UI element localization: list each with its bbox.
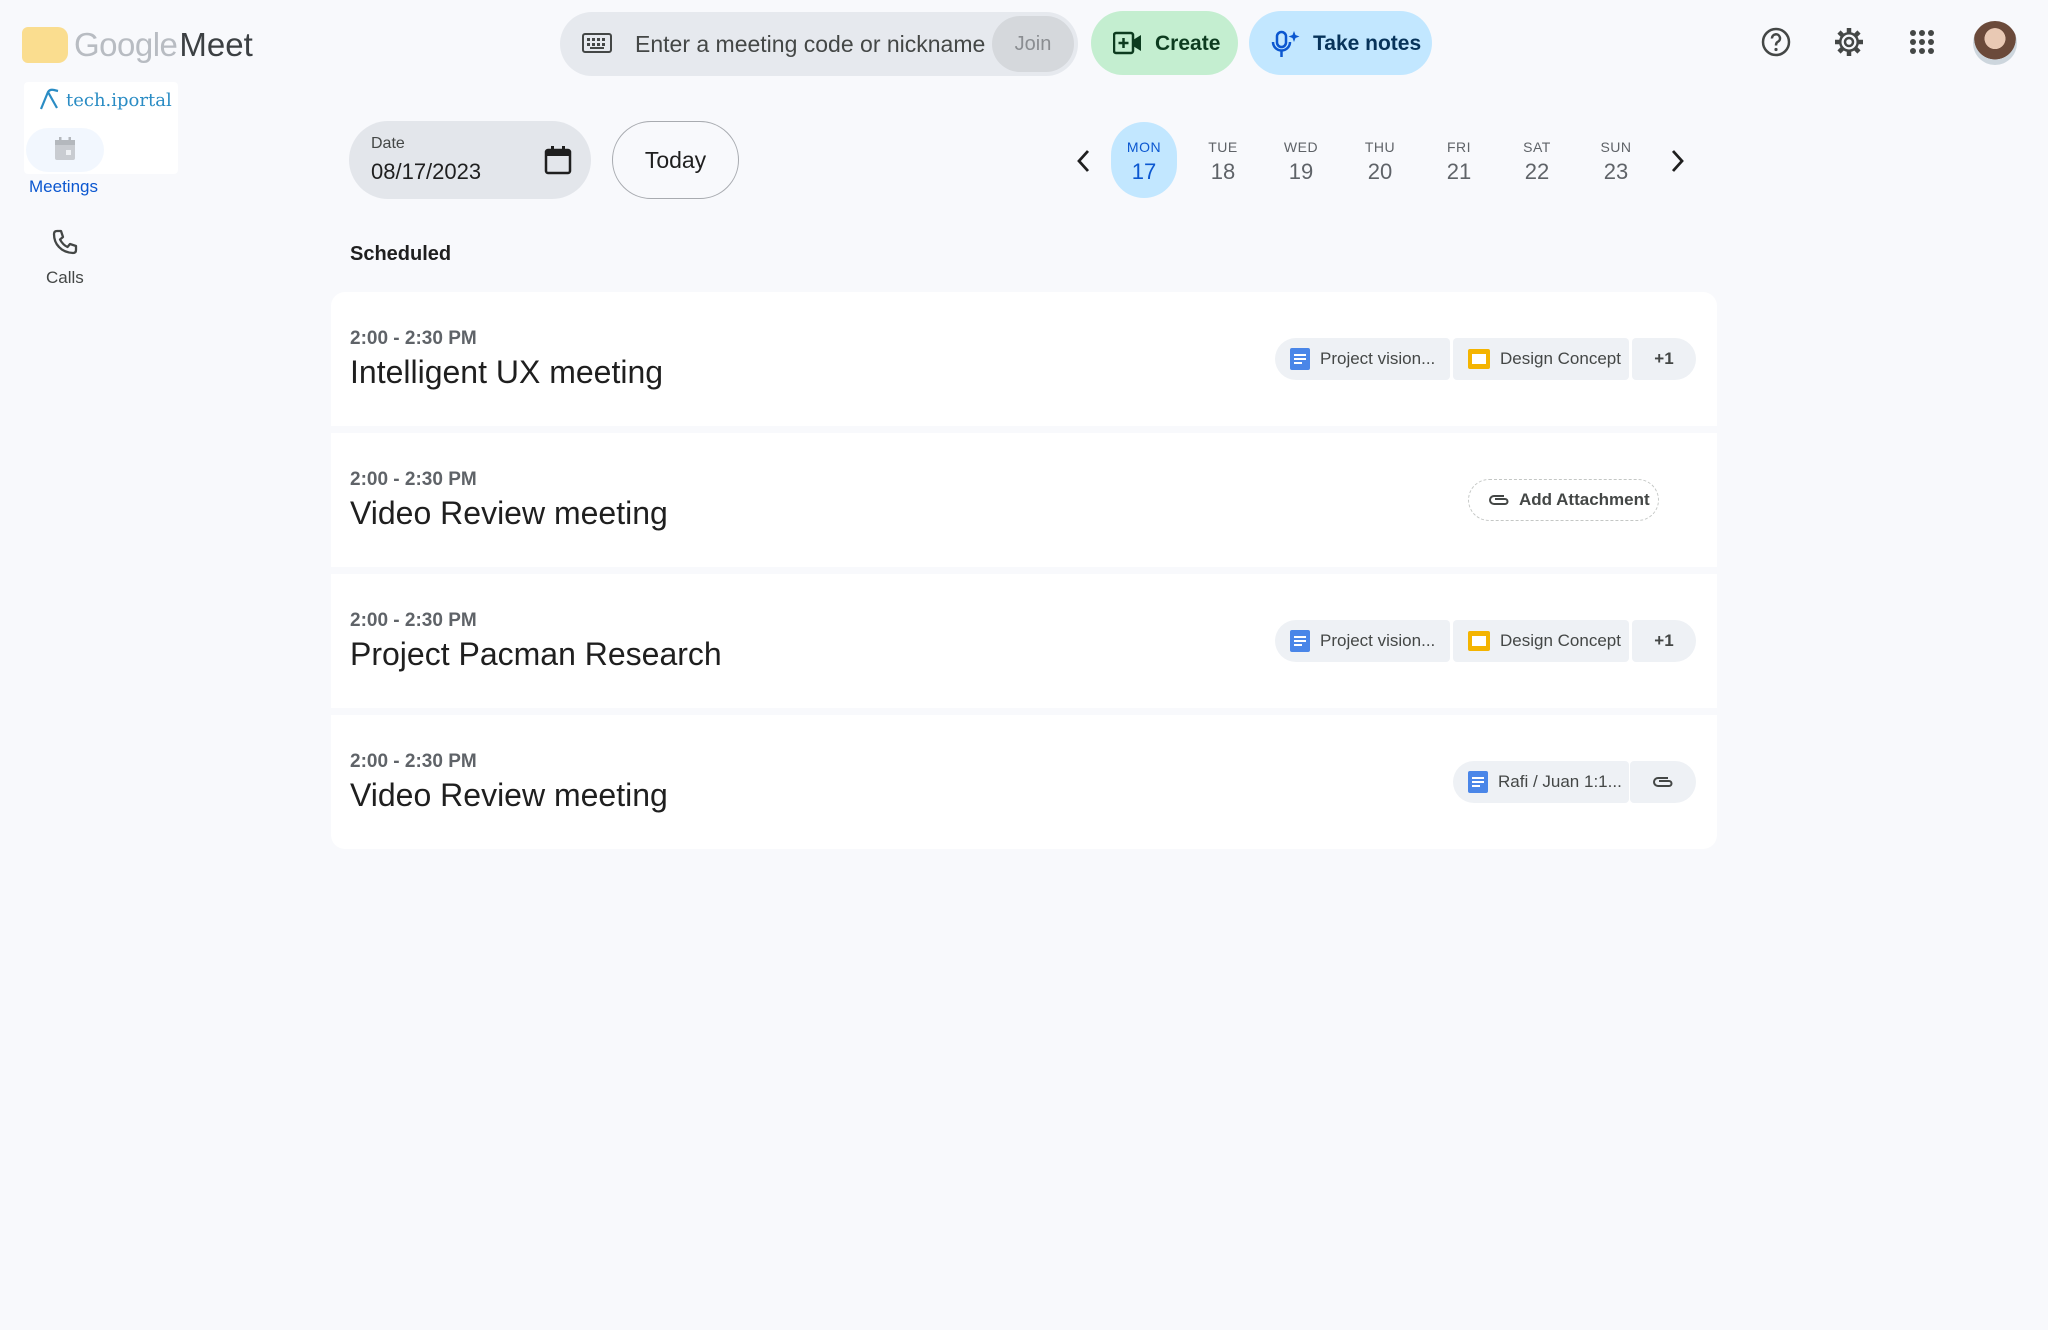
attachment-label: Project vision... bbox=[1320, 631, 1436, 650]
tech-iportal-text: tech.iportal bbox=[66, 90, 172, 111]
user-avatar[interactable] bbox=[1973, 21, 2017, 65]
day-number: 20 bbox=[1367, 159, 1393, 184]
google-docs-icon bbox=[1290, 348, 1310, 370]
meeting-time: 2:00 - 2:30 PM bbox=[350, 751, 477, 772]
attachment-chip[interactable]: Project vision... bbox=[1275, 338, 1450, 380]
meeting-title[interactable]: Intelligent UX meeting bbox=[350, 354, 663, 391]
take-notes-label: Take notes bbox=[1313, 32, 1422, 55]
day-number: 17 bbox=[1131, 159, 1157, 184]
meeting-card[interactable]: 2:00 - 2:30 PM Video Review meeting Rafi… bbox=[331, 715, 1717, 849]
attachment-chip[interactable]: Design Concept bbox=[1453, 338, 1629, 380]
attachment-label: Rafi / Juan 1:1... bbox=[1498, 772, 1622, 791]
video-add-icon bbox=[1113, 31, 1141, 55]
calendar-picker-icon[interactable] bbox=[544, 145, 572, 175]
sidebar-item-meetings-label[interactable]: Meetings bbox=[29, 177, 98, 197]
day-name: SUN bbox=[1600, 139, 1632, 155]
take-notes-button[interactable]: Take notes bbox=[1249, 11, 1432, 75]
attachment-chip[interactable]: Project vision... bbox=[1275, 620, 1450, 662]
scheduled-heading: Scheduled bbox=[350, 243, 452, 265]
apps-grid-icon[interactable] bbox=[1905, 25, 1939, 59]
tech-iportal-logo-icon bbox=[39, 88, 59, 110]
attachment-label: Design Concept bbox=[1500, 631, 1621, 650]
google-slides-icon bbox=[1468, 349, 1490, 369]
day-number: 19 bbox=[1288, 159, 1314, 184]
meeting-title[interactable]: Project Pacman Research bbox=[350, 636, 722, 673]
create-button[interactable]: Create bbox=[1091, 11, 1238, 75]
day-name: TUE bbox=[1208, 139, 1238, 155]
attach-file-button[interactable] bbox=[1630, 761, 1696, 803]
day-mon[interactable]: MON 17 bbox=[1111, 122, 1177, 198]
day-name: SAT bbox=[1523, 139, 1551, 155]
day-name: FRI bbox=[1446, 139, 1472, 155]
attachment-chip[interactable]: Rafi / Juan 1:1... bbox=[1453, 761, 1629, 803]
google-docs-icon bbox=[1290, 630, 1310, 652]
sidebar-item-calls-label[interactable]: Calls bbox=[46, 268, 84, 288]
logo-google-text: Google bbox=[74, 26, 178, 63]
day-sun[interactable]: SUN 23 bbox=[1583, 122, 1649, 198]
attachment-chip[interactable]: Design Concept bbox=[1453, 620, 1629, 662]
google-slides-icon bbox=[1468, 631, 1490, 651]
paperclip-icon bbox=[1489, 495, 1509, 505]
search-placeholder[interactable]: Enter a meeting code or nickname bbox=[635, 31, 985, 58]
create-label: Create bbox=[1155, 32, 1221, 55]
chevron-left-icon[interactable] bbox=[1069, 146, 1099, 176]
day-wed[interactable]: WED 19 bbox=[1268, 122, 1334, 198]
day-name: WED bbox=[1283, 139, 1319, 155]
add-attachment-label: Add Attachment bbox=[1519, 490, 1650, 509]
phone-icon[interactable] bbox=[51, 228, 79, 256]
day-thu[interactable]: THU 20 bbox=[1347, 122, 1413, 198]
date-field-value[interactable]: 08/17/2023 bbox=[371, 159, 481, 185]
attachment-label: Project vision... bbox=[1320, 349, 1436, 368]
day-tue[interactable]: TUE 18 bbox=[1190, 122, 1256, 198]
day-name: THU bbox=[1364, 139, 1396, 155]
meeting-code-search[interactable]: Enter a meeting code or nickname Join bbox=[560, 12, 1078, 76]
day-sat[interactable]: SAT 22 bbox=[1504, 122, 1570, 198]
day-number: 21 bbox=[1446, 159, 1472, 184]
meeting-time: 2:00 - 2:30 PM bbox=[350, 610, 477, 631]
meeting-title[interactable]: Video Review meeting bbox=[350, 777, 668, 814]
google-meet-logo[interactable]: Google Meet bbox=[22, 26, 253, 64]
google-docs-icon bbox=[1468, 771, 1488, 793]
help-icon[interactable] bbox=[1759, 25, 1793, 59]
keyboard-icon bbox=[582, 33, 612, 53]
today-button[interactable]: Today bbox=[612, 121, 739, 199]
more-attachments-chip[interactable]: +1 bbox=[1632, 338, 1696, 380]
date-field[interactable]: Date 08/17/2023 bbox=[349, 121, 591, 199]
meeting-card[interactable]: 2:00 - 2:30 PM Project Pacman Research P… bbox=[331, 574, 1717, 708]
day-fri[interactable]: FRI 21 bbox=[1426, 122, 1492, 198]
day-number: 18 bbox=[1210, 159, 1236, 184]
chevron-right-icon[interactable] bbox=[1662, 146, 1692, 176]
meeting-time: 2:00 - 2:30 PM bbox=[350, 469, 477, 490]
meet-logo-icon bbox=[22, 27, 68, 63]
day-number: 22 bbox=[1524, 159, 1550, 184]
logo-meet-text: Meet bbox=[179, 26, 253, 63]
join-button[interactable]: Join bbox=[992, 16, 1074, 72]
attachment-label: Design Concept bbox=[1500, 349, 1621, 368]
day-name: MON bbox=[1126, 139, 1162, 155]
day-number: 23 bbox=[1603, 159, 1629, 184]
mic-sparkle-icon bbox=[1271, 30, 1300, 57]
more-attachments-chip[interactable]: +1 bbox=[1632, 620, 1696, 662]
paperclip-icon bbox=[1653, 777, 1673, 787]
calendar-icon bbox=[55, 137, 75, 160]
add-attachment-button[interactable]: Add Attachment bbox=[1468, 479, 1659, 521]
date-field-label: Date bbox=[371, 135, 405, 152]
settings-gear-icon[interactable] bbox=[1832, 25, 1866, 59]
meeting-card[interactable]: 2:00 - 2:30 PM Intelligent UX meeting Pr… bbox=[331, 292, 1717, 426]
meeting-title[interactable]: Video Review meeting bbox=[350, 495, 668, 532]
meeting-card[interactable]: 2:00 - 2:30 PM Video Review meeting Add … bbox=[331, 433, 1717, 567]
meeting-time: 2:00 - 2:30 PM bbox=[350, 328, 477, 349]
